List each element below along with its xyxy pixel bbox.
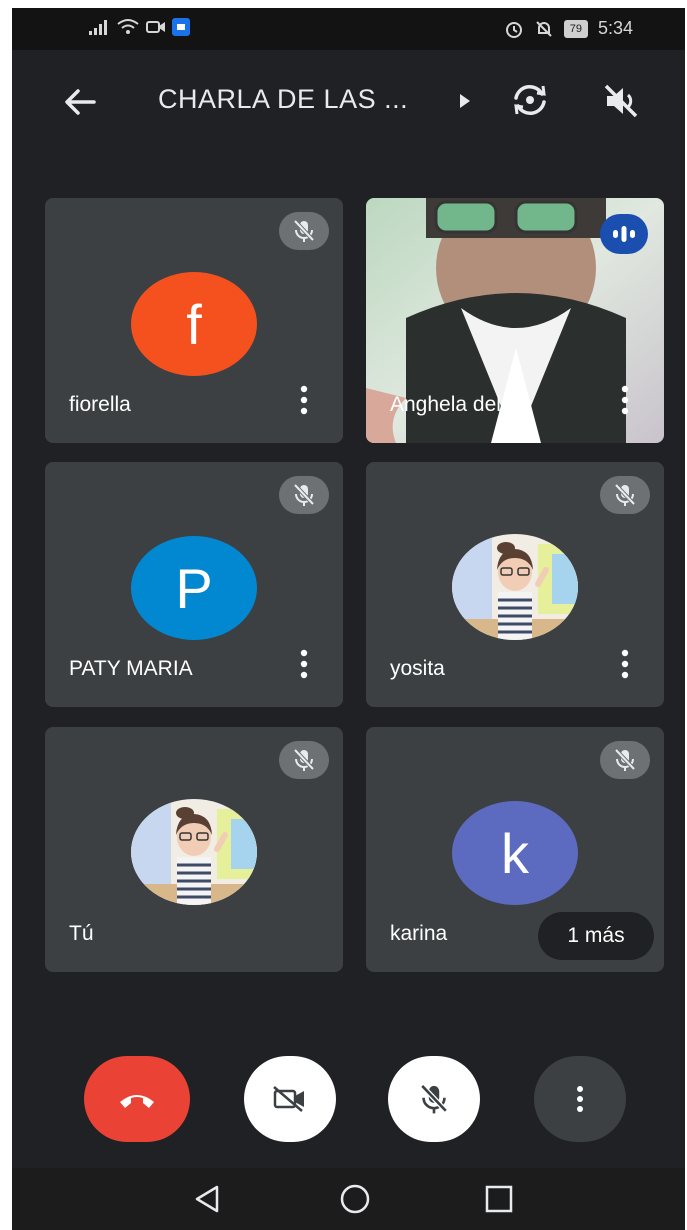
avatar: P — [131, 536, 257, 640]
status-right: 79 5:34 — [504, 18, 633, 39]
participant-tile-self[interactable]: Tú — [45, 727, 343, 972]
mic-off-icon — [600, 741, 650, 779]
mic-off-icon — [279, 212, 329, 250]
participant-tile-paty-maria[interactable]: P PATY MARIA — [45, 462, 343, 707]
participant-tile-anghela[interactable]: Anghela del ... — [366, 198, 664, 443]
mic-off-icon — [600, 476, 650, 514]
mic-toggle-button[interactable] — [388, 1056, 480, 1142]
nav-back-icon[interactable] — [193, 1184, 223, 1214]
participant-tile-karina[interactable]: k karina 1 más — [366, 727, 664, 972]
more-vert-icon — [577, 1086, 583, 1112]
photo-avatar — [131, 799, 257, 905]
speaker-off-icon[interactable] — [602, 82, 640, 120]
participant-name: PATY MARIA — [69, 657, 193, 680]
more-vert-icon[interactable] — [620, 385, 630, 415]
end-call-icon — [120, 1095, 154, 1108]
nav-home-icon[interactable] — [339, 1183, 371, 1215]
more-options-button[interactable] — [534, 1056, 626, 1142]
mic-off-icon — [420, 1084, 448, 1114]
status-left — [88, 18, 190, 36]
alarm-icon — [505, 21, 522, 38]
more-participants-chip[interactable]: 1 más — [538, 912, 654, 960]
more-vert-icon[interactable] — [299, 649, 309, 679]
participant-tile-yosita[interactable]: yosita — [366, 462, 664, 707]
call-controls — [12, 1056, 685, 1156]
status-bar: 79 5:34 — [12, 8, 685, 50]
mic-off-icon — [279, 476, 329, 514]
clock: 5:34 — [597, 18, 633, 38]
speaking-icon — [600, 214, 648, 254]
meet-app-icon — [172, 18, 190, 36]
system-nav-bar — [12, 1168, 685, 1230]
participant-name: fiorella — [69, 393, 131, 416]
wifi-icon — [117, 19, 139, 34]
more-vert-icon[interactable] — [299, 385, 309, 415]
participant-name: Tú — [69, 922, 94, 945]
caret-right-icon[interactable] — [458, 92, 472, 110]
participant-tile-fiorella[interactable]: f fiorella — [45, 198, 343, 443]
meeting-title[interactable]: CHARLA DE LAS ... — [158, 84, 408, 115]
photo-avatar — [452, 534, 578, 640]
battery-level: 79 — [563, 19, 588, 38]
camera-off-icon — [273, 1086, 304, 1112]
back-arrow-icon[interactable] — [62, 84, 98, 120]
more-vert-icon[interactable] — [620, 649, 630, 679]
phone-screen: 79 5:34 CHARLA DE LAS ... f fiorella Ang… — [12, 8, 685, 1230]
video-status-icon — [146, 21, 165, 33]
participant-name: karina — [390, 922, 448, 945]
avatar: f — [131, 272, 257, 376]
participant-name: yosita — [390, 657, 445, 680]
camera-toggle-button[interactable] — [244, 1056, 336, 1142]
notifications-off-icon — [535, 20, 552, 37]
nav-recents-icon[interactable] — [484, 1184, 514, 1214]
mic-off-icon — [279, 741, 329, 779]
call-header: CHARLA DE LAS ... — [12, 50, 685, 150]
signal-icon — [89, 20, 107, 35]
participant-name: Anghela del ... — [390, 393, 525, 416]
avatar: k — [452, 801, 578, 905]
end-call-button[interactable] — [84, 1056, 190, 1142]
switch-camera-icon[interactable] — [510, 80, 550, 120]
